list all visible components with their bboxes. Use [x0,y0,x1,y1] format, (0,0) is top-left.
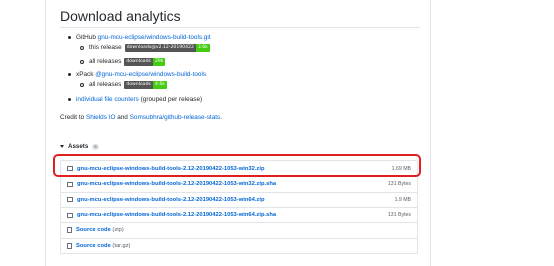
this-release-badge[interactable]: downloads@v2.12-20190422 3.6k [124,43,210,52]
xpack-package-link[interactable]: @gnu-mcu-eclipse/windows-build-tools [95,70,206,79]
shields-link[interactable]: Shields IO [86,113,115,122]
badge-label: downloads@v2.12-20190422 [124,43,196,52]
bullet-icon [80,82,84,87]
github-all-releases: all releases downloads 29k [80,57,166,66]
package-icon [67,197,73,203]
credit-suffix: . [220,114,223,121]
asset-row[interactable]: gnu-mcu-eclipse-windows-build-tools-2.12… [61,191,417,207]
xpack-all-releases: all releases downloads 4.6k [80,80,167,89]
page-border-right [430,0,431,266]
source-row[interactable]: Source code (zip) [61,222,417,237]
xpack-prefix: xPack [76,71,94,78]
page-title: Download analytics [60,8,181,24]
credit-line: Credit to Shields IO and Somsubhra/githu… [60,113,222,122]
highlight-box [53,154,421,177]
file-counters-suffix: (grouped per release) [140,96,203,103]
asset-row[interactable]: gnu-mcu-eclipse-windows-build-tools-2.12… [61,176,417,191]
assets-heading[interactable]: Assets 6 [60,143,99,150]
badge-label: downloads [124,57,153,66]
asset-link[interactable]: gnu-mcu-eclipse-windows-build-tools-2.12… [77,181,388,187]
all-releases-label: all releases [89,58,122,65]
bullet-icon [68,73,71,76]
credit-and: and [117,114,128,121]
file-counters-link[interactable]: individual file counters [76,95,139,104]
asset-size: 131 Bytes [387,212,411,219]
release-stats-link[interactable]: Somsubhra/github-release-stats [130,113,221,122]
assets-label: Assets [68,143,89,150]
asset-link[interactable]: gnu-mcu-eclipse-windows-build-tools-2.12… [77,197,395,203]
bullet-icon [68,98,71,101]
asset-size: 131 Bytes [387,181,411,188]
all-releases-label: all releases [89,81,122,88]
assets-count: 6 [92,143,99,150]
asset-row[interactable]: gnu-mcu-eclipse-windows-build-tools-2.12… [61,206,417,222]
all-releases-badge[interactable]: downloads 29k [124,57,166,66]
file-zip-icon [67,227,72,234]
source-ext: (zip) [112,227,124,234]
bullet-icon [80,45,84,50]
asset-link[interactable]: gnu-mcu-eclipse-windows-build-tools-2.12… [77,212,388,218]
github-this-release: this release downloads@v2.12-20190422 3.… [80,43,210,52]
source-label: Source code [76,242,111,249]
asset-size: 1.9 MB [394,196,411,203]
source-zip-link[interactable]: Source code (zip) [76,227,417,233]
badge-value: 3.6k [195,43,210,52]
badge-label: downloads [124,80,153,89]
source-ext: (tar.gz) [112,242,131,249]
page-border-left [45,0,46,266]
xpack-badge[interactable]: downloads 4.6k [124,80,167,89]
github-prefix: GitHub [76,34,96,41]
this-release-label: this release [89,44,122,51]
file-zip-icon [67,242,72,249]
github-line: GitHub gnu-mcu-eclipse/windows-build-too… [68,33,211,42]
package-icon [67,212,73,218]
bullet-icon [68,36,71,39]
source-row[interactable]: Source code (tar.gz) [61,237,417,253]
credit-prefix: Credit to [60,114,85,121]
source-label: Source code [76,227,111,234]
badge-value: 29k [152,57,166,66]
xpack-line: xPack @gnu-mcu-eclipse/windows-build-too… [68,70,206,79]
bullet-icon [80,59,84,64]
title-divider [60,27,420,28]
github-repo-link[interactable]: gnu-mcu-eclipse/windows-build-tools.git [98,33,211,42]
triangle-down-icon [60,145,64,148]
file-counters-line: individual file counters (grouped per re… [68,95,202,104]
package-icon [67,181,73,187]
badge-value: 4.6k [152,80,167,89]
source-targz-link[interactable]: Source code (tar.gz) [76,243,417,249]
